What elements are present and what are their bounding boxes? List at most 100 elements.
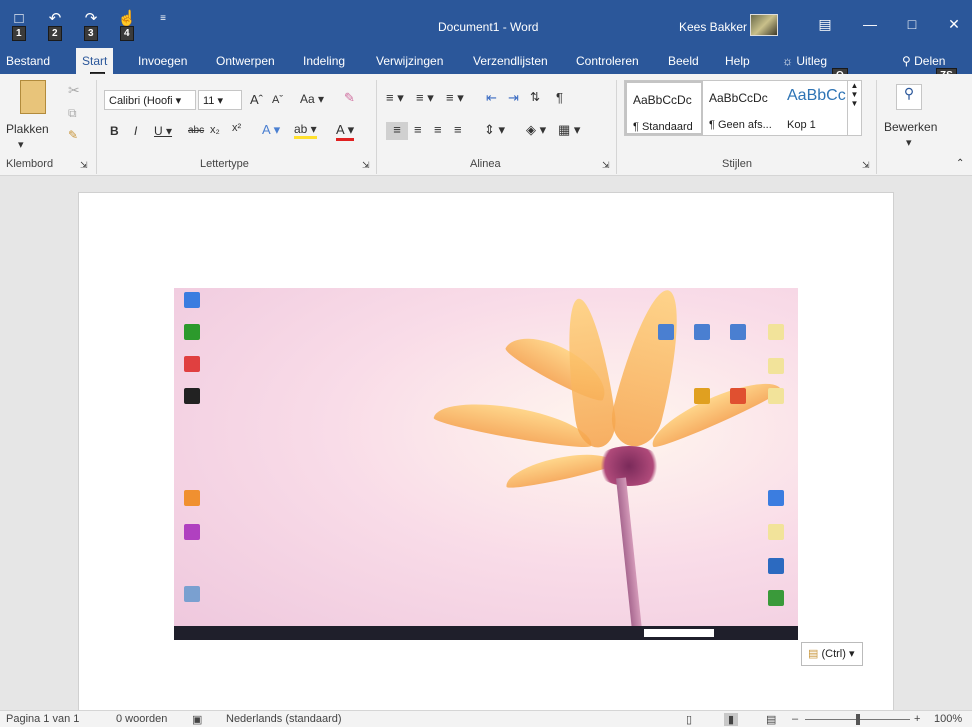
strikethrough-icon[interactable]: abc (188, 125, 204, 136)
paste-button[interactable]: Plakken (6, 122, 49, 136)
pasted-desktop-image[interactable] (174, 288, 798, 640)
italic-icon[interactable]: I (134, 124, 137, 138)
tab-start[interactable]: StartR (76, 48, 114, 87)
shrink-font-icon[interactable]: Aˇ (272, 94, 283, 106)
tab-invoegen[interactable]: InvoegenN (138, 54, 187, 89)
copy-icon[interactable]: ⧉ (68, 106, 77, 121)
undo-icon[interactable]: ↶ 2 (44, 10, 66, 41)
customize-qat-icon[interactable]: ≡ (152, 10, 174, 30)
subscript-icon[interactable]: x₂ (210, 124, 220, 136)
sort-icon[interactable]: ⇅ (530, 90, 540, 104)
clipboard-launcher-icon[interactable]: ⇲ (80, 160, 88, 171)
show-formatting-marks-icon[interactable]: ¶ (556, 90, 563, 105)
word-count[interactable]: 0 woorden (116, 713, 167, 725)
status-bar: Pagina 1 van 1 0 woorden ▣ Nederlands (s… (0, 710, 972, 727)
styles-gallery: AaBbCcDc ¶ Standaard AaBbCcDc ¶ Geen afs… (624, 80, 862, 136)
styles-scroll[interactable]: ▲ ▼ ▼ (847, 81, 861, 135)
keytip-2: 2 (48, 26, 62, 41)
zoom-slider-thumb[interactable] (856, 714, 860, 725)
clipboard-icon: ▤ (808, 648, 819, 660)
separator (616, 80, 617, 174)
keytip-4: 4 (120, 26, 134, 41)
cut-icon[interactable]: ✂ (68, 82, 80, 99)
search-icon[interactable]: ⚲ (896, 84, 922, 110)
tab-verwijzingen[interactable]: VerwijzingenL (376, 54, 443, 89)
flower-petal (432, 394, 596, 452)
paragraph-launcher-icon[interactable]: ⇲ (602, 160, 610, 171)
zoom-level[interactable]: 100% (934, 713, 962, 725)
tab-verzendlijsten[interactable]: VerzendlijstenE1 (473, 54, 548, 89)
print-layout-icon[interactable]: ▮ (724, 713, 739, 726)
edit-button[interactable]: Bewerken (884, 120, 937, 134)
redo-icon[interactable]: ↷ 3 (80, 10, 102, 41)
superscript-icon[interactable]: x² (232, 122, 241, 134)
zoom-in-icon[interactable]: + (914, 713, 920, 725)
paste-options-button[interactable]: ▤ (Ctrl) ▾ (801, 642, 863, 666)
font-launcher-icon[interactable]: ⇲ (362, 160, 370, 171)
align-right-icon[interactable]: ≡ (434, 122, 442, 137)
font-name-value: Calibri (Hoofi (109, 95, 173, 107)
style-standaard[interactable]: AaBbCcDc ¶ Standaard (625, 81, 703, 135)
tab-bestand[interactable]: BestandB (6, 54, 50, 89)
desktop-icon (768, 490, 784, 506)
save-icon[interactable]: □ 1 (8, 10, 30, 41)
underline-icon[interactable]: U ▾ (154, 124, 172, 138)
share-button[interactable]: ⚲ DelenZS (902, 54, 957, 83)
style-geen-afstand[interactable]: AaBbCcDc ¶ Geen afs... (703, 81, 781, 135)
numbering-icon[interactable]: ≡ ▾ (416, 90, 434, 106)
desktop-icon (768, 358, 784, 374)
edit-dropdown-icon[interactable]: ▾ (906, 136, 912, 149)
line-spacing-icon[interactable]: ⇕ ▾ (484, 122, 505, 138)
clear-formatting-icon[interactable]: ✎ (344, 90, 355, 106)
page-count[interactable]: Pagina 1 van 1 (6, 713, 79, 725)
zoom-out-icon[interactable]: – (792, 713, 798, 725)
maximize-icon[interactable]: □ (902, 16, 922, 32)
paste-icon[interactable] (20, 80, 46, 114)
tab-help[interactable]: HelpE2 (725, 54, 754, 89)
avatar[interactable] (750, 14, 778, 36)
styles-launcher-icon[interactable]: ⇲ (862, 160, 870, 171)
read-mode-icon[interactable]: ▯ (686, 713, 692, 726)
font-color-icon[interactable]: A ▾ (336, 122, 355, 141)
ribbon-tabs: BestandB StartR InvoegenN OntwerpenF Ind… (0, 48, 972, 89)
highlight-color-icon[interactable]: ab ▾ (294, 122, 317, 139)
touch-mode-icon[interactable]: ☝ 4 (116, 10, 138, 41)
font-size-dropdown[interactable]: 11 ▾ (198, 90, 242, 110)
user-name[interactable]: Kees Bakker (679, 20, 747, 34)
proofing-icon[interactable]: ▣ (192, 713, 202, 726)
justify-icon[interactable]: ≡ (454, 122, 462, 137)
tab-controleren[interactable]: ControlerenC (576, 54, 639, 89)
lightbulb-icon: ☼ (782, 54, 797, 68)
language[interactable]: Nederlands (standaard) (226, 713, 342, 725)
style-name: ¶ Geen afs... (709, 119, 772, 131)
style-sample: AaBbCcDc (709, 91, 768, 105)
format-painter-icon[interactable]: ✎ (68, 128, 78, 142)
tab-ontwerpen[interactable]: OntwerpenF (216, 54, 275, 89)
align-left-icon[interactable]: ≡ (386, 122, 408, 140)
tab-uitleg[interactable]: ☼ UitlegQ (782, 54, 848, 83)
borders-icon[interactable]: ▦ ▾ (558, 122, 580, 138)
font-name-dropdown[interactable]: Calibri (Hoofi ▾ (104, 90, 196, 110)
decrease-indent-icon[interactable]: ⇤ (486, 90, 497, 106)
increase-indent-icon[interactable]: ⇥ (508, 90, 519, 106)
desktop-icon (768, 590, 784, 606)
paste-dropdown-icon[interactable]: ▾ (18, 138, 24, 151)
desktop-icon (184, 324, 200, 340)
minimize-icon[interactable]: — (860, 16, 880, 32)
multilevel-list-icon[interactable]: ≡ ▾ (446, 90, 464, 106)
shading-icon[interactable]: ◈ ▾ (526, 122, 546, 138)
change-case-icon[interactable]: Aa ▾ (300, 92, 324, 106)
align-center-icon[interactable]: ≡ (414, 122, 422, 137)
style-name: ¶ Standaard (633, 121, 693, 133)
web-layout-icon[interactable]: ▤ (766, 713, 776, 726)
bold-icon[interactable]: B (110, 124, 119, 138)
ribbon-display-options-icon[interactable]: ▤ (815, 16, 835, 33)
tab-indeling[interactable]: IndelingU (303, 54, 345, 89)
tab-beeld[interactable]: BeeldV (668, 54, 699, 89)
desktop-icon (694, 324, 710, 340)
bullets-icon[interactable]: ≡ ▾ (386, 90, 404, 106)
grow-font-icon[interactable]: Aˆ (250, 92, 263, 107)
close-icon[interactable]: ✕ (944, 16, 964, 33)
text-effects-icon[interactable]: A ▾ (262, 122, 280, 138)
collapse-ribbon-icon[interactable]: ⌃ (956, 158, 964, 169)
